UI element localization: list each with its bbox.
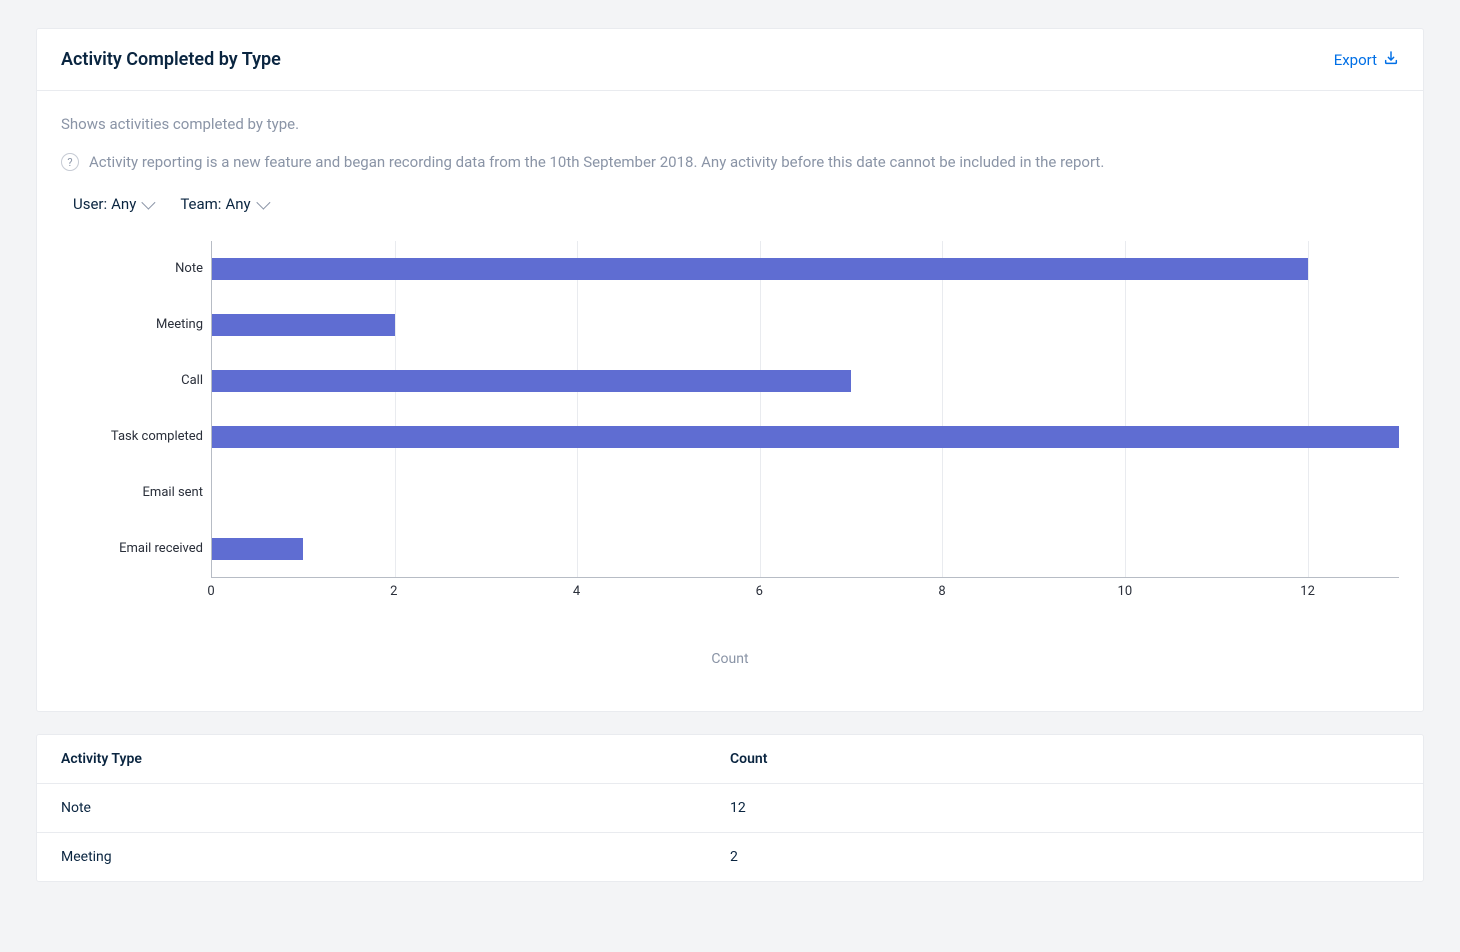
bar[interactable] — [212, 370, 851, 392]
card-title: Activity Completed by Type — [61, 49, 281, 70]
table-body: Note12Meeting2 — [37, 784, 1423, 881]
bar[interactable] — [212, 314, 395, 336]
team-filter-value: Any — [225, 195, 250, 213]
bar-row — [212, 241, 1399, 297]
bar-row — [212, 465, 1399, 521]
x-tick: 10 — [1118, 584, 1133, 599]
info-text: Activity reporting is a new feature and … — [89, 153, 1104, 171]
card-body: Shows activities completed by type. ? Ac… — [37, 91, 1423, 711]
team-filter-label: Team: — [180, 195, 221, 213]
help-icon[interactable]: ? — [61, 153, 79, 171]
y-axis-label: Task completed — [61, 409, 203, 465]
table-cell-count: 12 — [730, 800, 1399, 816]
table-row: Meeting2 — [37, 833, 1423, 881]
x-axis: 024681012 — [211, 577, 1399, 607]
x-tick: 0 — [207, 584, 214, 599]
chevron-down-icon — [142, 196, 156, 210]
chart-plot — [211, 241, 1399, 577]
table-cell-count: 2 — [730, 849, 1399, 865]
bar[interactable] — [212, 426, 1399, 448]
filters: User: Any Team: Any — [61, 195, 1399, 213]
export-label: Export — [1334, 51, 1377, 69]
export-button[interactable]: Export — [1334, 50, 1399, 70]
bar-row — [212, 353, 1399, 409]
info-row: ? Activity reporting is a new feature an… — [61, 153, 1399, 171]
chart-container: NoteMeetingCallTask completedEmail sentE… — [61, 231, 1399, 687]
table-header-row: Activity Type Count — [37, 735, 1423, 784]
x-tick: 8 — [938, 584, 945, 599]
y-axis-label: Call — [61, 353, 203, 409]
x-tick: 2 — [390, 584, 397, 599]
y-axis-labels: NoteMeetingCallTask completedEmail sentE… — [61, 241, 211, 577]
table-header-count: Count — [730, 751, 1399, 767]
x-tick: 4 — [573, 584, 580, 599]
bar[interactable] — [212, 538, 303, 560]
table-card: Activity Type Count Note12Meeting2 — [36, 734, 1424, 882]
user-filter-value: Any — [111, 195, 136, 213]
chart-bars — [212, 241, 1399, 577]
table-cell-type: Meeting — [61, 849, 730, 865]
y-axis-label: Email sent — [61, 465, 203, 521]
subtitle: Shows activities completed by type. — [61, 115, 1399, 133]
team-filter[interactable]: Team: Any — [180, 195, 266, 213]
table-header-type: Activity Type — [61, 751, 730, 767]
x-axis-title: Count — [61, 651, 1399, 667]
table-cell-type: Note — [61, 800, 730, 816]
x-tick: 12 — [1300, 584, 1315, 599]
card-header: Activity Completed by Type Export — [37, 29, 1423, 91]
bar-row — [212, 409, 1399, 465]
table-row: Note12 — [37, 784, 1423, 833]
chart-card: Activity Completed by Type Export Shows … — [36, 28, 1424, 712]
user-filter[interactable]: User: Any — [73, 195, 152, 213]
bar-row — [212, 521, 1399, 577]
bar-row — [212, 297, 1399, 353]
y-axis-label: Email received — [61, 521, 203, 577]
x-tick: 6 — [756, 584, 763, 599]
y-axis-label: Meeting — [61, 297, 203, 353]
y-axis-label: Note — [61, 241, 203, 297]
bar[interactable] — [212, 258, 1308, 280]
user-filter-label: User: — [73, 195, 107, 213]
download-icon — [1383, 50, 1399, 70]
chevron-down-icon — [256, 196, 270, 210]
